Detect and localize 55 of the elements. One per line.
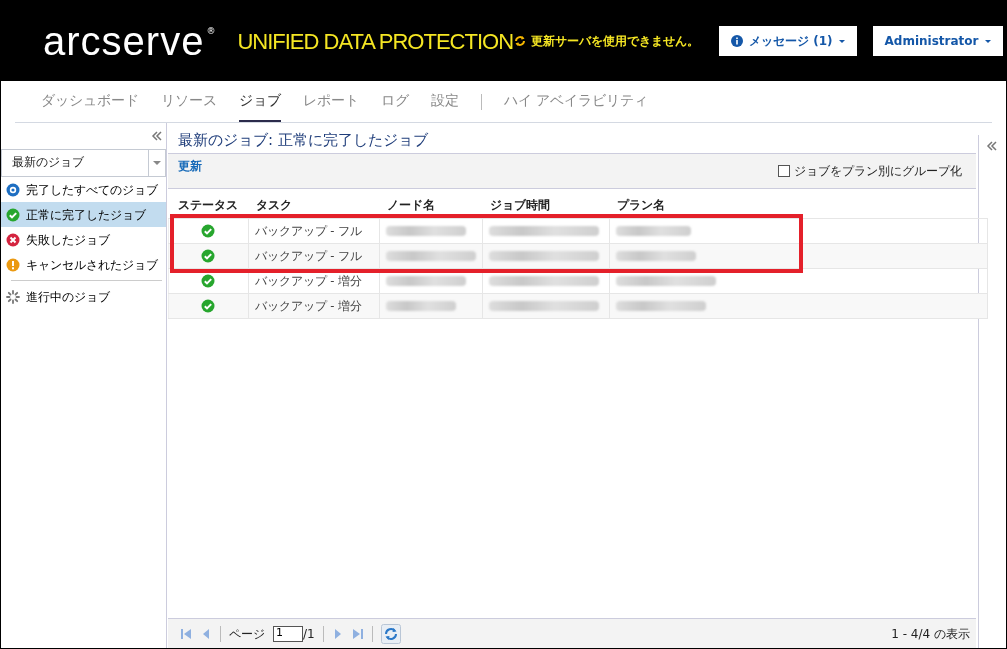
page-total: /1 [303,625,315,643]
info-icon [731,35,744,47]
success-check-icon [201,274,216,289]
sidebar-item[interactable]: 正常に完了したジョブ [1,202,166,227]
redacted-text [385,301,456,312]
sidebar-item[interactable]: 進行中のジョブ [1,284,166,309]
sidebar-item[interactable]: キャンセルされたジョブ [1,252,166,277]
page-label: ページ [229,625,265,643]
collapse-icon[interactable] [151,131,162,141]
success-check-icon [201,249,216,264]
nav-tab[interactable]: 設定 [431,81,459,122]
registered-mark: ® [206,25,216,38]
caret-icon [838,39,845,43]
page-summary: 1 - 4/4 の表示 [891,625,970,643]
nav-tab[interactable]: レポート [303,81,359,122]
refresh-icon[interactable] [380,623,401,644]
table-cell: バックアップ - フル [248,218,380,244]
sidebar-item[interactable]: 完了したすべてのジョブ [1,177,166,202]
column-header: ステータス [168,193,249,219]
nav-tab[interactable]: リソース [161,81,217,122]
success-check-icon [6,207,20,222]
table-cell: バックアップ - フル [248,243,380,269]
nav-tab[interactable]: ログ [381,81,409,122]
success-check-icon [201,224,216,239]
success-check-icon [201,299,216,314]
table-cell: バックアップ - 増分 [248,293,380,319]
page-input[interactable]: 1 [273,625,303,642]
column-header: タスク [248,193,380,219]
group-by-plan-checkbox[interactable]: ジョブをプラン別にグループ化 [778,154,962,188]
view-dropdown[interactable]: 最新のジョブ [1,149,166,177]
dropdown-value: 最新のジョブ [12,154,84,172]
column-header: ノード名 [379,193,483,219]
caret-icon [984,39,991,43]
nav-tab[interactable]: ハイ アベイラビリティ [504,81,649,122]
logo-text: arcserve [43,21,205,61]
warning-icon [6,257,20,272]
last-page-icon[interactable] [351,627,364,640]
warning-text: 更新サーバを使用できません。 [531,33,700,50]
refresh-link[interactable]: 更新 [178,154,202,188]
caret-icon [153,161,161,165]
sidebar-item[interactable]: 失敗したジョブ [1,227,166,252]
nav-tab[interactable]: ジョブ [239,81,281,122]
column-header: プラン名 [609,193,988,219]
expand-icon[interactable] [986,141,997,151]
refresh-icon [513,34,528,48]
column-header: ジョブ時間 [482,193,610,219]
first-page-icon[interactable] [180,627,192,640]
page-title: 最新のジョブ: 正常に完了したジョブ [177,130,429,151]
error-icon [6,232,20,247]
user-menu-button[interactable]: Administrator [872,26,1003,56]
messages-button[interactable]: メッセージ (1) [719,26,857,56]
spinner-icon [6,289,20,304]
target-icon [6,182,20,197]
nav-tab[interactable]: ダッシュボード [41,81,139,122]
product-name: UNIFIED DATA PROTECTION [237,27,514,56]
